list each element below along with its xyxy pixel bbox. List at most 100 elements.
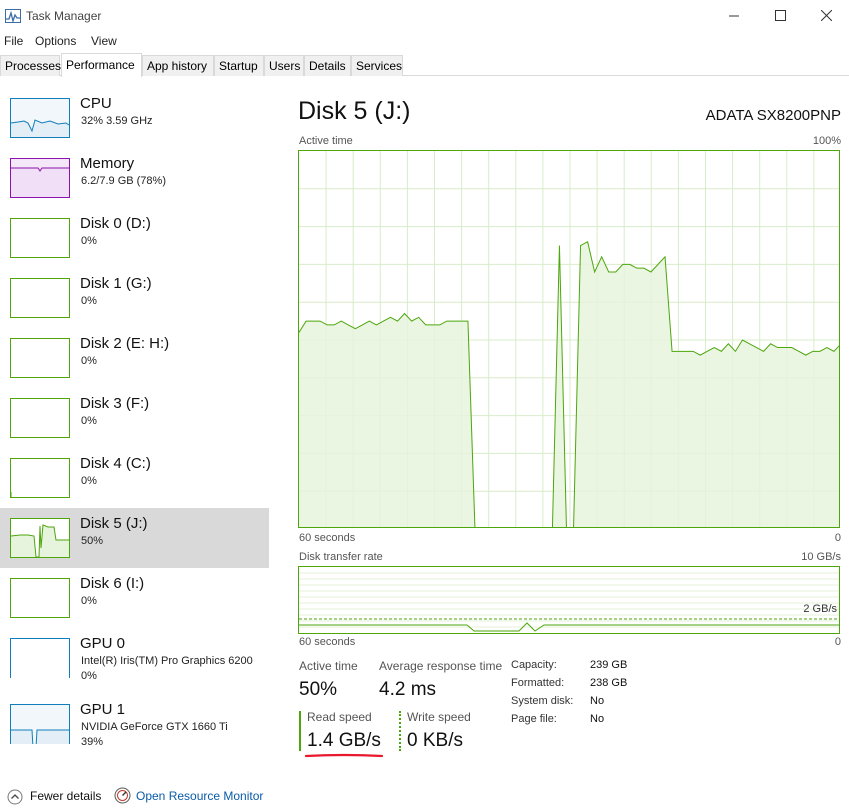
maximize-icon (774, 10, 786, 21)
sidebar-item-value: 0% (81, 475, 97, 487)
resource-monitor-icon (114, 787, 131, 804)
sidebar-item-label: Disk 4 (C:) (80, 455, 151, 472)
maximize-button[interactable] (757, 0, 803, 31)
page-file-label: Page file: (511, 713, 557, 725)
avg-response-label: Average response time (379, 659, 503, 673)
tab-details[interactable]: Details (304, 55, 351, 76)
sidebar-item-label: GPU 1 (80, 701, 126, 718)
cpu-thumbnail (10, 98, 70, 138)
close-button[interactable] (803, 0, 849, 31)
sidebar-item-disk-0[interactable]: Disk 0 (D:) 0% (0, 210, 269, 270)
disk-thumbnail (10, 218, 70, 258)
read-speed-value: 1.4 GB/s (307, 730, 381, 751)
disk-thumbnail (10, 578, 70, 618)
sidebar-item-value: NVIDIA GeForce GTX 1660 Ti (81, 721, 228, 733)
sidebar-item-disk-1[interactable]: Disk 1 (G:) 0% (0, 270, 269, 330)
sidebar-item-disk-2[interactable]: Disk 2 (E: H:) 0% (0, 330, 269, 390)
sidebar-item-disk-6[interactable]: Disk 6 (I:) 0% (0, 570, 269, 630)
disk-thumbnail (10, 518, 70, 558)
sidebar-item-label: Disk 0 (D:) (80, 215, 151, 232)
menu-bar: File Options View (0, 31, 849, 51)
menu-view[interactable]: View (91, 34, 117, 48)
formatted-value: 238 GB (590, 677, 628, 689)
capacity-value: 239 GB (590, 659, 628, 671)
sidebar-item-usage: 0% (81, 670, 97, 682)
sidebar-item-label: Memory (80, 155, 135, 172)
sidebar-item-value: Intel(R) Iris(TM) Pro Graphics 6200 (81, 655, 253, 667)
gpu-thumbnail (10, 704, 70, 744)
active-time-stat-value: 50% (299, 679, 338, 700)
sidebar-item-label: Disk 6 (I:) (80, 575, 145, 592)
minimize-button[interactable] (711, 0, 757, 31)
close-icon (820, 10, 832, 21)
active-time-stat-label: Active time (299, 659, 358, 673)
active-time-axis-left: 60 seconds (299, 532, 356, 544)
disk-thumbnail (10, 278, 70, 318)
active-time-chart (298, 150, 840, 528)
system-disk-value: No (590, 695, 605, 707)
tab-processes[interactable]: Processes (0, 55, 61, 76)
sidebar-item-cpu[interactable]: CPU 32% 3.59 GHz (0, 90, 269, 150)
read-speed-label: Read speed (307, 710, 372, 724)
sidebar-item-gpu-1[interactable]: GPU 1 NVIDIA GeForce GTX 1660 Ti 39% (0, 696, 269, 756)
sidebar-item-label: GPU 0 (80, 635, 126, 652)
read-speed-indicator (299, 711, 301, 751)
sidebar-item-label: Disk 2 (E: H:) (80, 335, 170, 352)
red-underline-annotation (304, 753, 384, 758)
active-time-max: 100% (812, 135, 841, 147)
capacity-label: Capacity: (511, 659, 557, 671)
sidebar-item-value: 0% (81, 355, 97, 367)
disk-model: ADATA SX8200PNP (705, 107, 841, 124)
open-resource-monitor-link[interactable]: Open Resource Monitor (136, 789, 263, 803)
sidebar-item-disk-4[interactable]: Disk 4 (C:) 0% (0, 450, 269, 510)
minimize-icon (729, 15, 739, 16)
sidebar-item-label: Disk 1 (G:) (80, 275, 152, 292)
sidebar-item-value: 0% (81, 595, 97, 607)
avg-response-value: 4.2 ms (379, 679, 437, 700)
sidebar-item-value: 0% (81, 295, 97, 307)
fewer-details-button[interactable]: Fewer details (30, 789, 101, 803)
sidebar-item-label: Disk 5 (J:) (80, 515, 148, 532)
page-file-value: No (590, 713, 605, 725)
write-speed-value: 0 KB/s (407, 730, 463, 751)
write-speed-label: Write speed (407, 710, 471, 724)
sidebar-item-label: Disk 3 (F:) (80, 395, 150, 412)
disk-thumbnail (10, 398, 70, 438)
write-speed-indicator (399, 711, 401, 751)
tab-users[interactable]: Users (264, 55, 304, 76)
system-disk-label: System disk: (511, 695, 574, 707)
transfer-rate-mid: 2 GB/s (803, 603, 837, 615)
sidebar-item-value: 0% (81, 415, 97, 427)
active-time-label: Active time (299, 135, 353, 147)
sidebar-item-disk-5[interactable]: Disk 5 (J:) 50% (0, 508, 269, 568)
transfer-rate-chart (298, 566, 840, 634)
title-bar: Task Manager (0, 0, 849, 31)
sidebar-item-value: 50% (81, 535, 104, 547)
tab-startup[interactable]: Startup (214, 55, 264, 76)
formatted-label: Formatted: (511, 677, 565, 689)
disk-thumbnail (10, 338, 70, 378)
active-time-axis-right: 0 (834, 532, 841, 544)
menu-options[interactable]: Options (35, 34, 76, 48)
task-manager-icon (5, 9, 21, 23)
page-title: Disk 5 (J:) (298, 97, 411, 125)
transfer-axis-left: 60 seconds (299, 636, 356, 648)
tab-bar: Processes Performance App history Startu… (0, 53, 849, 77)
menu-file[interactable]: File (4, 34, 23, 48)
sidebar-item-disk-3[interactable]: Disk 3 (F:) 0% (0, 390, 269, 450)
tab-performance[interactable]: Performance (61, 53, 142, 77)
window-title: Task Manager (26, 9, 102, 23)
memory-thumbnail (10, 158, 70, 198)
disk-thumbnail (10, 458, 70, 498)
footer: Fewer details Open Resource Monitor (0, 776, 849, 810)
sidebar-item-gpu-0[interactable]: GPU 0 Intel(R) Iris(TM) Pro Graphics 620… (0, 630, 269, 690)
chevron-up-icon[interactable] (7, 789, 23, 805)
sidebar-item-value: 0% (81, 235, 97, 247)
transfer-rate-label: Disk transfer rate (299, 551, 383, 563)
tab-app-history[interactable]: App history (142, 55, 214, 76)
sidebar-item-usage: 39% (81, 736, 104, 748)
sidebar-item-value: 32% 3.59 GHz (81, 115, 153, 127)
transfer-axis-right: 0 (834, 636, 841, 648)
tab-services[interactable]: Services (351, 55, 403, 76)
sidebar-item-memory[interactable]: Memory 6.2/7.9 GB (78%) (0, 150, 269, 210)
